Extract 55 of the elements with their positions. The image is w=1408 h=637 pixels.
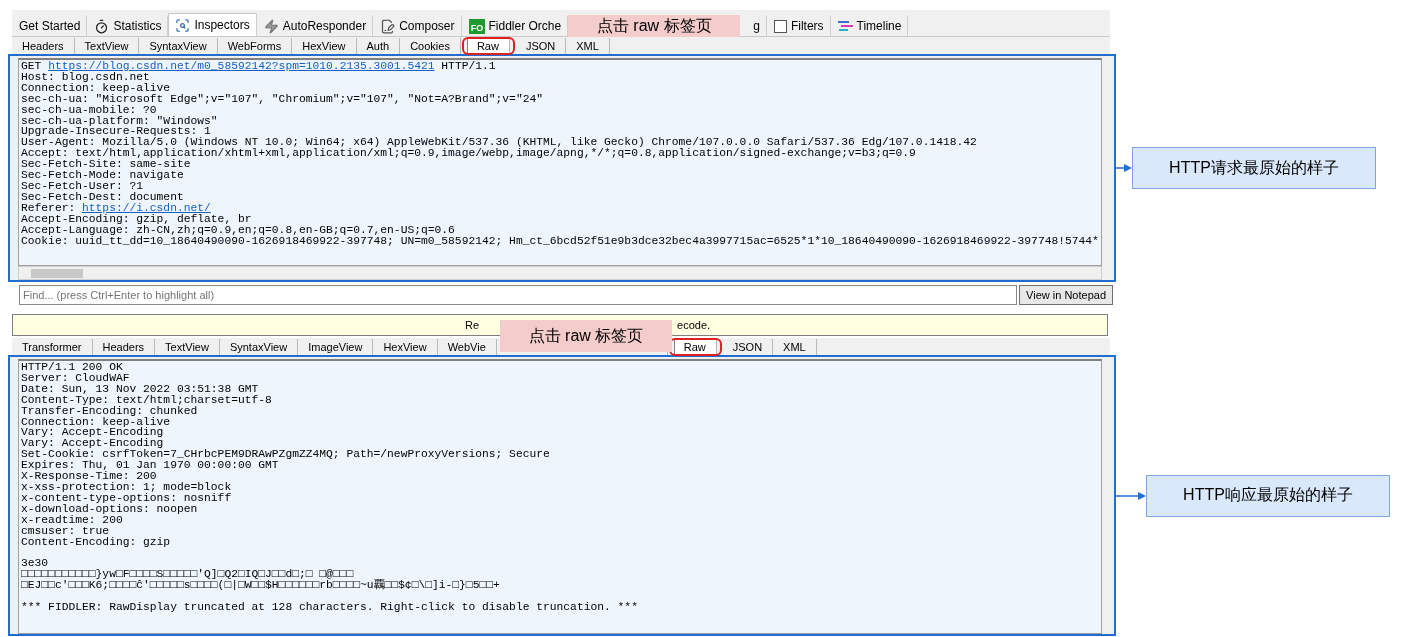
request-line: Sec-Fetch-Dest: document — [21, 191, 185, 203]
response-line: x-xss-protection: 1; mode=block — [21, 481, 233, 493]
request-line: Sec-Fetch-Site: same-site — [21, 159, 192, 171]
request-line: Sec-Fetch-Mode: navigate — [21, 170, 185, 181]
request-line: GET — [21, 60, 43, 72]
request-line: Accept: text/html,application/xhtml+xml,application/xml;q=0.9,image/webp,image/apng,*/*;q=0.8,application/signed-exchange;v=b3;q=0.9 — [21, 148, 917, 160]
response-line: Expires: Thu, 01 Jan 1970 00:00:00 GMT — [21, 460, 280, 472]
response-line: Content-Type: text/html;charset=utf-8 — [21, 394, 273, 406]
tab-label: Get Started — [19, 19, 81, 33]
response-line: X-Response-Time: 200 — [21, 471, 158, 482]
callout-label: 点击 raw 标签页 — [568, 15, 741, 37]
tab-label: Inspectors — [194, 18, 250, 32]
response-line: Connection: keep-alive — [21, 416, 172, 428]
response-line: Content-Encoding: gzip — [21, 536, 172, 548]
tab-label: Statistics — [113, 19, 162, 33]
response-line: Transfer-Encoding: chunked — [21, 405, 198, 417]
tab-label: Fiddler Orche — [488, 19, 562, 33]
request-line: Referer: — [21, 201, 77, 214]
response-line: Vary: Accept-Encoding — [21, 438, 164, 450]
notice-text: Re — [465, 319, 480, 331]
annotation-tooltip: 点击 raw 标签页 — [500, 320, 672, 352]
request-line: Host: blog.csdn.net — [21, 71, 150, 83]
tab-label: Composer — [399, 19, 455, 33]
annotation-note: HTTP请求最原始的样子 — [1132, 147, 1376, 189]
response-line: 3e30 — [21, 556, 49, 570]
tab-label: Filters — [790, 19, 824, 33]
response-line: *** FIDDLER: RawDisplay truncated at 128 characters. Right-click to disable truncation. *** — [21, 599, 639, 613]
request-line: Upgrade-Insecure-Requests: 1 — [21, 126, 211, 138]
response-line: □EJ□□c'□□□K6;□□□□ĉ'□□□□□s□□□□(□|□W□□$H□□□□□□rb□□□□~u覊□□$¢□\□]i-□}□5□□+ — [21, 580, 501, 591]
response-line: Server: CloudWAF — [21, 372, 131, 384]
request-line: Cookie: uuid_tt_dd=10_18640490090-1626918469922-397748; UN=m0_58592142; Hm_ct_6bcd52f51e9b3dce32bec4a3997715ac=6525*1*10_18640490090-1626918469922-397748!5744* — [21, 235, 1099, 247]
response-line: Set-Cookie: csrfToken=7_CHrbcPEM9DRAwPZgmZZ4MQ; Path=/newProxyVersions; Secure — [21, 449, 551, 461]
response-line: x-download-options: noopen — [21, 503, 199, 515]
response-line: □□□□□□□□□□□}yw□F□□□□S□□□□□'Q]□Q2□IQ□J□□d□;□ □@□□□ — [21, 569, 354, 581]
request-line: sec-ch-ua-platform: "Windows" — [21, 115, 219, 127]
tab-label: AutoResponder — [282, 19, 367, 33]
response-line: Vary: Accept-Encoding — [21, 427, 164, 439]
response-line: cmsuser: true — [21, 525, 111, 537]
request-line: Connection: keep-alive — [21, 82, 172, 94]
request-line: User-Agent: Mozilla/5.0 (Windows NT 10.0; Win64; x64) AppleWebKit/537.36 (KHTML, like Gecko) Chrome/107.0.0.0 Safari/537.36 Edg/107.0.1418.42 — [21, 137, 978, 149]
request-line: Accept-Encoding: gzip, deflate, br — [21, 213, 253, 225]
tab-label: g — [753, 19, 760, 33]
response-line: HTTP/1.1 200 OK — [21, 362, 124, 373]
annotation-note: HTTP响应最原始的样子 — [1146, 474, 1390, 517]
response-line: x-readtime: 200 — [21, 514, 123, 526]
tab-label: Timeline — [856, 19, 902, 33]
logo-icon: FO — [468, 18, 485, 34]
request-line: sec-ch-ua-mobile: ?0 — [21, 104, 158, 116]
response-line: x-content-type-options: nosniff — [21, 492, 233, 504]
request-line: sec-ch-ua: "Microsoft Edge";v="107", "Chromium";v="107", "Not=A?Brand";v="24" — [21, 93, 544, 105]
notice-text: ecode. — [677, 319, 711, 331]
request-line: Sec-Fetch-User: ?1 — [21, 180, 144, 192]
response-line: Date: Sun, 13 Nov 2022 03:51:38 GMT — [21, 383, 260, 395]
request-line: Accept-Language: zh-CN,zh;q=0.9,en;q=0.8,en-GB;q=0.7,en-US;q=0.6 — [21, 224, 456, 236]
request-line: HTTP/1.1 — [440, 60, 496, 72]
